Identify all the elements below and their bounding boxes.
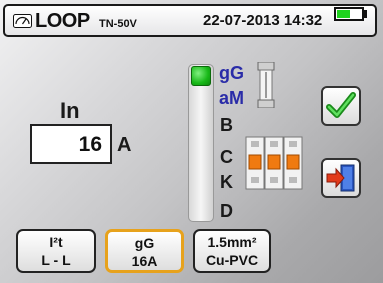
- curve-slider-knob[interactable]: [191, 66, 211, 86]
- in-unit: A: [117, 134, 132, 156]
- check-icon: [326, 92, 356, 118]
- cable-button[interactable]: 1.5mm² Cu-PVC: [193, 229, 271, 273]
- battery-tip: [363, 10, 367, 18]
- cable-section-label: 1.5mm²: [207, 234, 257, 250]
- in-label: In: [60, 98, 80, 123]
- curve-option-gg[interactable]: gG: [219, 63, 244, 84]
- meter-icon: [13, 14, 32, 28]
- header-bar: LOOP TN-50V 22-07-2013 14:32: [3, 4, 377, 37]
- curve-option-c[interactable]: C: [220, 147, 233, 168]
- loop-screen: LOOP TN-50V 22-07-2013 14:32 In 16 A gG …: [0, 0, 383, 283]
- cable-type-label: Cu-PVC: [205, 252, 259, 268]
- i2t-mode-button[interactable]: I²t L - L: [16, 229, 96, 273]
- curve-option-d[interactable]: D: [220, 201, 233, 222]
- exit-button[interactable]: [321, 158, 361, 198]
- curve-option-am[interactable]: aM: [219, 88, 244, 109]
- in-value-field[interactable]: 16: [30, 124, 112, 164]
- battery-icon: [334, 7, 364, 21]
- page-subtitle: TN-50V: [99, 18, 137, 30]
- battery-level: [337, 10, 350, 18]
- in-value: 16: [78, 133, 102, 156]
- i2t-label: I²t: [49, 234, 63, 250]
- fuse-icon: [257, 62, 275, 108]
- curve-option-b[interactable]: B: [220, 115, 233, 136]
- date-time: 22-07-2013 14:32: [203, 12, 323, 29]
- page-title: LOOP: [35, 10, 90, 32]
- exit-icon: [326, 164, 355, 192]
- fuse-rating-label: 16A: [131, 253, 158, 269]
- curve-slider-track[interactable]: [188, 64, 214, 222]
- breaker-icon: [245, 136, 303, 190]
- fuse-type-label: gG: [134, 235, 155, 251]
- i2t-sub-label: L - L: [41, 252, 71, 268]
- curve-option-k[interactable]: K: [220, 172, 233, 193]
- confirm-button[interactable]: [321, 86, 361, 126]
- fuse-type-button[interactable]: gG 16A: [105, 229, 184, 273]
